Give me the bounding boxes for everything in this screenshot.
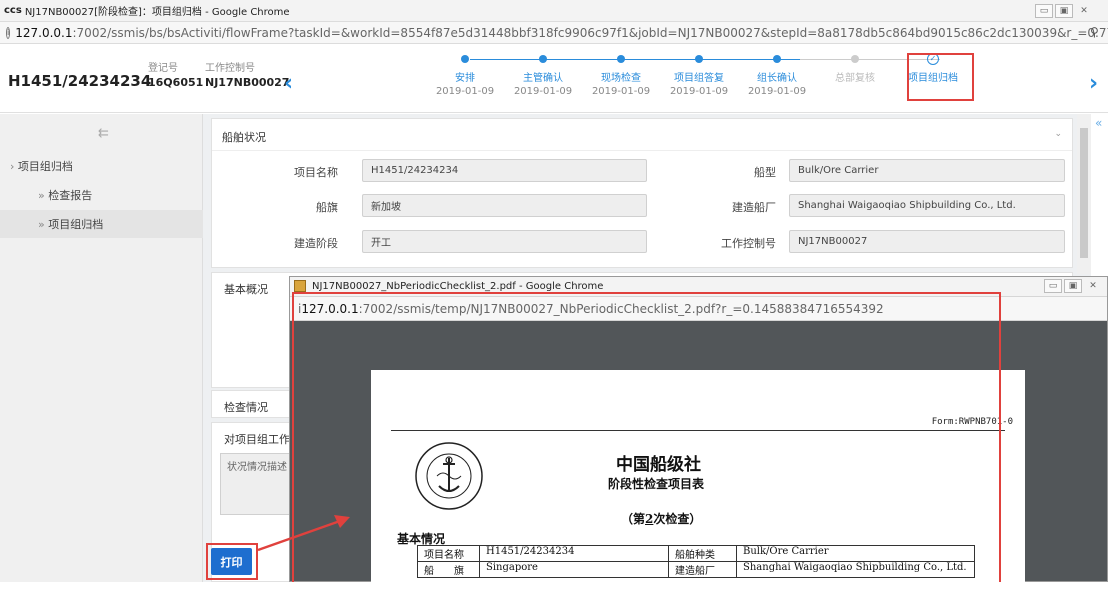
field-label: 建造阶段 xyxy=(272,235,338,251)
popup-title: NJ17NB00027_NbPeriodicChecklist_2.pdf - … xyxy=(312,281,603,292)
step-label: 项目组答复 xyxy=(664,69,734,84)
step-leader-confirm[interactable]: 组长确认 2019-01-09 xyxy=(742,55,812,97)
step-date: 2019-01-09 xyxy=(508,86,578,97)
info-icon[interactable]: i xyxy=(6,27,10,39)
field-label: 船型 xyxy=(702,164,776,180)
step-dot xyxy=(539,55,547,63)
pdf-popup-highlight xyxy=(292,292,1001,582)
field-label: 船旗 xyxy=(272,199,338,215)
sidebar-item-archive-active[interactable]: » 项目组归档 xyxy=(38,216,103,232)
app-favicon: ccs xyxy=(4,5,22,16)
double-chevron-icon: » xyxy=(38,218,45,231)
scrollbar[interactable] xyxy=(1077,114,1091,274)
step-label: 总部复核 xyxy=(820,69,890,84)
chevron-left-icon[interactable]: ‹ xyxy=(284,71,293,96)
popup-window-controls: ▭ ▣ ✕ xyxy=(1042,279,1102,293)
build-stage-field[interactable]: 开工 xyxy=(362,230,647,253)
sidebar-item-label: 项目组归档 xyxy=(48,218,103,231)
panel-title: 基本概况 xyxy=(224,281,268,297)
step-dot xyxy=(695,55,703,63)
ship-type-field[interactable]: Bulk/Ore Carrier xyxy=(789,159,1065,182)
chevron-right-icon[interactable]: › xyxy=(1089,71,1098,96)
work-control-field[interactable]: NJ17NB00027 xyxy=(789,230,1065,253)
step-supervisor-confirm[interactable]: 主管确认 2019-01-09 xyxy=(508,55,578,97)
sidebar-item-label: 检查报告 xyxy=(48,189,92,202)
ship-status-panel: 船舶状况 ⌄ 项目名称 H1451/24234234 船型 Bulk/Ore C… xyxy=(211,118,1073,268)
field-label: 工作控制号 xyxy=(702,235,776,251)
maximize-icon[interactable]: ▣ xyxy=(1064,279,1082,293)
step-date: 2019-01-09 xyxy=(742,86,812,97)
step-label: 主管确认 xyxy=(508,69,578,84)
panel-title: 检查情况 xyxy=(224,399,268,415)
description-textarea[interactable]: 状况情况描述 xyxy=(220,453,300,515)
url-host: 127.0.0.1 xyxy=(15,26,72,40)
print-button-highlight xyxy=(206,543,258,580)
shipyard-field[interactable]: Shanghai Waigaoqiao Shipbuilding Co., Lt… xyxy=(789,194,1065,217)
step-hq-review[interactable]: 总部复核 xyxy=(820,55,890,84)
step-dot xyxy=(461,55,469,63)
sidebar-item-team-archive[interactable]: › 项目组归档 xyxy=(10,158,73,174)
step-dot xyxy=(617,55,625,63)
address-bar[interactable]: i 127.0.0.1:7002/ssmis/bs/bsActiviti/flo… xyxy=(0,22,1108,44)
sidebar-item-label: 项目组归档 xyxy=(18,160,73,173)
url-path: :7002/ssmis/bs/bsActiviti/flowFrame?task… xyxy=(73,26,1108,40)
project-name-field[interactable]: H1451/24234234 xyxy=(362,159,647,182)
ctrl-label: 工作控制号 xyxy=(205,59,255,74)
sidebar-item-inspection-report[interactable]: » 检查报告 xyxy=(38,187,92,203)
field-label: 建造船厂 xyxy=(702,199,776,215)
step-date: 2019-01-09 xyxy=(586,86,656,97)
window-controls: ▭ ▣ ✕ xyxy=(1033,4,1093,18)
sidebar: ⇇ › 项目组归档 » 检查报告 » 项目组归档 xyxy=(0,114,203,582)
close-icon[interactable]: ✕ xyxy=(1075,4,1093,18)
reg-label: 登记号 xyxy=(148,59,178,74)
ship-number: H1451/24234234 xyxy=(8,72,151,90)
browser-title-bar: ccs NJ17NB00027[阶段检查]：项目组归档 - Google Chr… xyxy=(0,0,1108,22)
caret-right-icon: › xyxy=(10,160,14,173)
panel-title: 船舶状况 xyxy=(222,129,266,145)
reg-value: 16Q6051 xyxy=(148,76,203,89)
step-site-inspection[interactable]: 现场检查 2019-01-09 xyxy=(586,55,656,97)
step-label: 安排 xyxy=(430,69,500,84)
menu-collapse-icon[interactable]: ⇇ xyxy=(98,126,109,141)
ctrl-value: NJ17NB00027 xyxy=(205,76,289,89)
minimize-icon[interactable]: ▭ xyxy=(1035,4,1053,18)
step-team-reply[interactable]: 项目组答复 2019-01-09 xyxy=(664,55,734,97)
minimize-icon[interactable]: ▭ xyxy=(1044,279,1062,293)
flag-field[interactable]: 新加坡 xyxy=(362,194,647,217)
step-arrange[interactable]: 安排 2019-01-09 xyxy=(430,55,500,97)
field-label: 项目名称 xyxy=(272,164,338,180)
scrollbar-thumb[interactable] xyxy=(1080,128,1088,258)
window-title: NJ17NB00027[阶段检查]：项目组归档 - Google Chrome xyxy=(25,3,290,18)
step-dot xyxy=(851,55,859,63)
step-label: 组长确认 xyxy=(742,69,812,84)
collapse-right-icon[interactable]: « xyxy=(1095,116,1102,130)
chevron-down-icon[interactable]: ⌄ xyxy=(1054,129,1062,139)
zoom-icon[interactable]: ⚲ xyxy=(1090,25,1099,39)
app-icon xyxy=(294,280,306,292)
step-dot xyxy=(773,55,781,63)
current-step-highlight xyxy=(907,53,974,101)
workflow-header: H1451/24234234 登记号 16Q6051 工作控制号 NJ17NB0… xyxy=(0,45,1108,113)
maximize-icon[interactable]: ▣ xyxy=(1055,4,1073,18)
step-date: 2019-01-09 xyxy=(664,86,734,97)
step-label: 现场检查 xyxy=(586,69,656,84)
step-date: 2019-01-09 xyxy=(430,86,500,97)
close-icon[interactable]: ✕ xyxy=(1084,279,1102,293)
double-chevron-icon: » xyxy=(38,189,45,202)
